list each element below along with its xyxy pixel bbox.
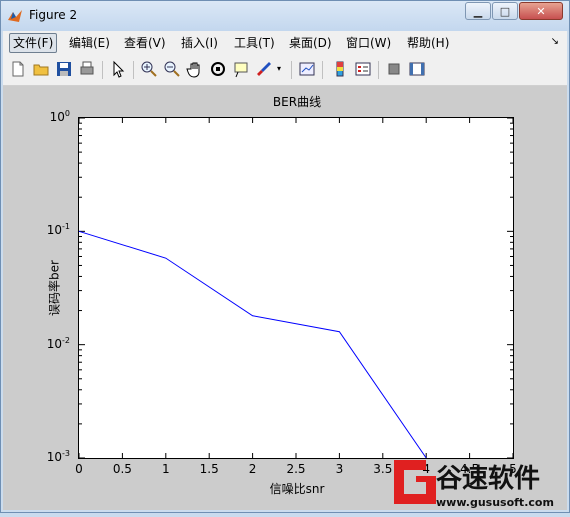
maximize-button[interactable]: □ [492,2,518,20]
link-plot-icon[interactable] [298,60,316,78]
menu-view[interactable]: 查看(V) [121,34,169,52]
x-tick-label: 3 [335,462,344,476]
y-tick-label: 10-1 [46,222,70,238]
menu-insert[interactable]: 插入(I) [178,34,221,52]
window-title: Figure 2 [29,8,78,22]
zoom-in-icon[interactable] [140,60,158,78]
pointer-icon[interactable] [109,60,127,78]
x-tick-label: 1 [161,462,170,476]
data-cursor-icon[interactable] [232,60,250,78]
x-tick-label: 2 [248,462,257,476]
x-tick-label: 0 [75,462,83,476]
close-button[interactable]: ✕ [519,2,563,20]
menu-window[interactable]: 窗口(W) [343,34,394,52]
watermark-brand: 谷速软件 [436,464,541,494]
menu-overflow-icon[interactable]: ↘ [551,36,559,47]
legend-icon[interactable] [354,60,372,78]
open-folder-icon[interactable] [32,60,50,78]
menu-edit[interactable]: 编辑(E) [66,34,113,52]
y-axis-label: 误码率ber [47,260,62,316]
zoom-out-icon[interactable] [163,60,181,78]
y-tick-label: 10-2 [46,335,70,351]
menu-desktop[interactable]: 桌面(D) [286,34,335,52]
save-icon[interactable] [55,60,73,78]
menu-tools[interactable]: 工具(T) [231,34,278,52]
colorbar-icon[interactable] [331,60,349,78]
x-tick-label: 0.5 [112,462,132,476]
x-tick-label: 2.5 [286,462,306,476]
maximize-icon: □ [499,4,511,18]
chart-title: BER曲线 [272,95,322,109]
new-file-icon[interactable] [9,60,27,78]
brush-icon[interactable] [255,60,273,78]
minimize-button[interactable]: ▁ [465,2,491,20]
x-tick-label: 1.5 [199,462,219,476]
watermark-url: www.gususoft.com [436,496,554,509]
figure-toolbar: ▾ [3,55,567,86]
matlab-app-icon [7,8,23,24]
watermark-logo: 谷速软件 www.gususoft.com [380,452,570,513]
hide-plot-tools-icon[interactable] [385,60,403,78]
menu-bar: 文件(F) 编辑(E) 查看(V) 插入(I) 工具(T) 桌面(D) 窗口(W… [3,31,567,55]
rotate-3d-icon[interactable] [209,60,227,78]
menu-help[interactable]: 帮助(H) [404,34,452,52]
plot-svg [78,117,514,459]
minimize-icon: ▁ [473,4,483,18]
ber-series-line[interactable] [78,230,427,459]
menu-file[interactable]: 文件(F) [9,33,58,53]
brush-dropdown-icon[interactable]: ▾ [277,64,281,73]
title-bar[interactable]: Figure 2 ▁ □ ✕ [1,1,569,31]
print-icon[interactable] [78,60,96,78]
plot-axes[interactable] [78,117,514,459]
y-tick-label: 10-3 [46,449,70,464]
y-tick-label: 100 [49,109,70,124]
close-icon: ✕ [536,4,546,18]
show-plot-tools-icon[interactable] [408,60,426,78]
pan-hand-icon[interactable] [186,60,204,78]
